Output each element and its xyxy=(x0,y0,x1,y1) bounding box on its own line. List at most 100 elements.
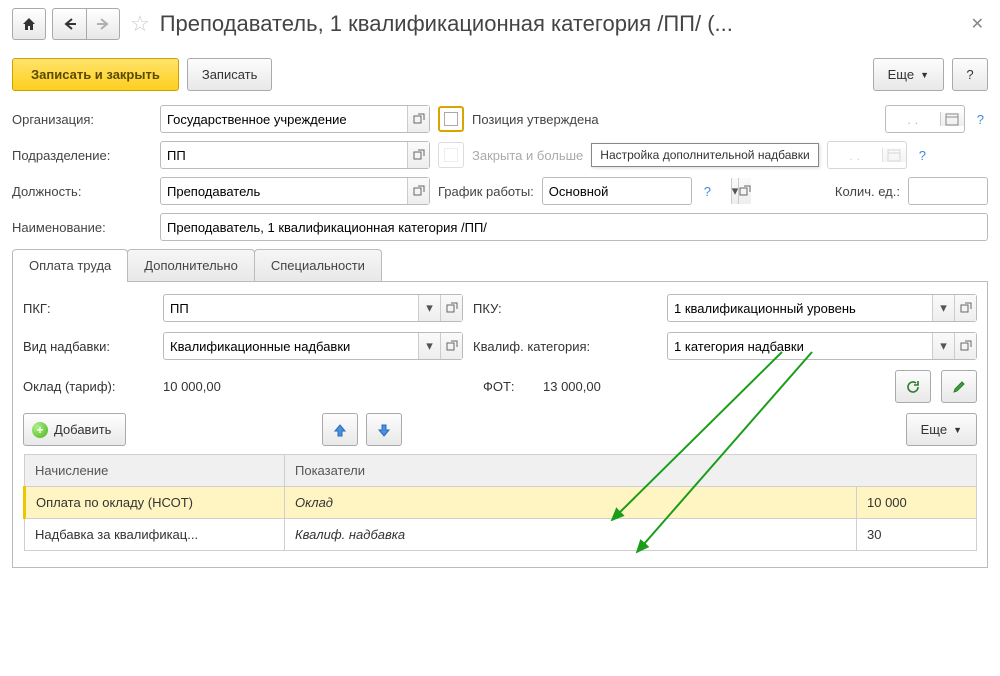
table-header-row: Начисление Показатели xyxy=(25,455,977,487)
tab-specialties[interactable]: Специальности xyxy=(254,249,382,281)
help-date-closed[interactable]: ? xyxy=(915,148,930,163)
tab-pay[interactable]: Оплата труда xyxy=(12,249,128,281)
qual-cat-dropdown-button[interactable]: ▾ xyxy=(932,333,954,359)
open-icon xyxy=(446,302,458,314)
open-icon xyxy=(739,185,751,197)
chevron-down-icon: ▼ xyxy=(920,70,929,80)
tooltip: Настройка дополнительной надбавки xyxy=(591,143,818,167)
label-closed: Закрыта и больше xyxy=(472,148,583,163)
refresh-button[interactable] xyxy=(895,370,931,403)
qty-input[interactable] xyxy=(909,178,1000,204)
position-input[interactable] xyxy=(161,178,407,204)
qual-cat-open-button[interactable] xyxy=(954,333,976,359)
arrow-right-icon xyxy=(96,17,110,31)
pkg-dropdown-button[interactable]: ▾ xyxy=(418,295,440,321)
subdiv-input[interactable] xyxy=(161,142,407,168)
name-input[interactable] xyxy=(161,214,987,240)
save-button[interactable]: Записать xyxy=(187,58,273,91)
date-approved-picker[interactable] xyxy=(940,112,964,126)
org-input[interactable] xyxy=(161,106,407,132)
move-up-button[interactable] xyxy=(322,413,358,446)
chevron-down-icon: ▼ xyxy=(953,425,962,435)
label-allow-type: Вид надбавки: xyxy=(23,339,153,354)
open-icon xyxy=(960,302,972,314)
cell-indicator: Оклад xyxy=(285,487,857,519)
home-button[interactable] xyxy=(12,8,46,40)
date-closed: . . xyxy=(827,141,907,169)
pku-input[interactable] xyxy=(668,295,932,321)
label-org: Организация: xyxy=(12,112,152,127)
allow-type-input[interactable] xyxy=(164,333,418,359)
open-icon xyxy=(413,113,425,125)
open-icon xyxy=(446,340,458,352)
label-fot: ФОТ: xyxy=(483,379,533,394)
label-pku: ПКУ: xyxy=(473,301,523,316)
grid-more-label: Еще xyxy=(921,422,947,437)
grid-toolbar: + Добавить Еще ▼ xyxy=(23,413,977,446)
back-button[interactable] xyxy=(52,8,86,40)
more-label: Еще xyxy=(888,67,914,82)
home-icon xyxy=(21,16,37,32)
help-button[interactable]: ? xyxy=(952,58,988,91)
date-closed-value: . . xyxy=(828,148,882,163)
calendar-icon xyxy=(887,148,901,162)
grid-more-button[interactable]: Еще ▼ xyxy=(906,413,977,446)
edit-button[interactable] xyxy=(941,370,977,403)
label-name: Наименование: xyxy=(12,220,152,235)
table-row[interactable]: Оплата по окладу (НСОТ) Оклад 10 000 xyxy=(25,487,977,519)
row-allowance: Вид надбавки: ▾ Квалиф. категория: ▾ xyxy=(23,332,977,360)
closed-checkbox xyxy=(438,142,464,168)
forward-button[interactable] xyxy=(86,8,120,40)
date-closed-picker xyxy=(882,148,906,162)
help-schedule[interactable]: ? xyxy=(700,184,715,199)
close-button[interactable]: ✕ xyxy=(967,10,988,38)
cell-accrual: Надбавка за квалификац... xyxy=(25,519,285,551)
org-open-button[interactable] xyxy=(407,106,429,132)
tab-additional[interactable]: Дополнительно xyxy=(127,249,255,281)
date-approved-value[interactable]: . . xyxy=(886,112,940,127)
pku-dropdown-button[interactable]: ▾ xyxy=(932,295,954,321)
cell-value: 10 000 xyxy=(857,487,977,519)
accruals-table: Начисление Показатели Оплата по окладу (… xyxy=(23,454,977,551)
allow-type-field: ▾ xyxy=(163,332,463,360)
label-schedule: График работы: xyxy=(438,184,534,199)
favorite-icon[interactable]: ☆ xyxy=(130,11,150,37)
position-approved-checkbox[interactable] xyxy=(438,106,464,132)
label-salary: Оклад (тариф): xyxy=(23,379,153,394)
schedule-open-button[interactable] xyxy=(738,178,751,204)
cell-indicator: Квалиф. надбавка xyxy=(285,519,857,551)
name-field xyxy=(160,213,988,241)
label-subdiv: Подразделение: xyxy=(12,148,152,163)
col-accrual: Начисление xyxy=(25,455,285,487)
add-label: Добавить xyxy=(54,422,111,437)
position-open-button[interactable] xyxy=(407,178,429,204)
label-qual-cat: Квалиф. категория: xyxy=(473,339,613,354)
date-approved: . . xyxy=(885,105,965,133)
main-toolbar: Записать и закрыть Записать Еще ▼ ? xyxy=(12,58,988,91)
pkg-input[interactable] xyxy=(164,295,418,321)
cell-accrual: Оплата по окладу (НСОТ) xyxy=(25,487,285,519)
fot-value: 13 000,00 xyxy=(543,379,601,394)
schedule-dropdown-button[interactable]: ▾ xyxy=(731,178,739,204)
arrow-down-icon xyxy=(377,423,391,437)
label-position: Должность: xyxy=(12,184,152,199)
help-date-approved[interactable]: ? xyxy=(973,112,988,127)
allow-type-open-button[interactable] xyxy=(440,333,462,359)
open-icon xyxy=(413,149,425,161)
qty-field: ▲▼ xyxy=(908,177,988,205)
qual-cat-field: ▾ xyxy=(667,332,977,360)
pkg-open-button[interactable] xyxy=(440,295,462,321)
save-and-close-button[interactable]: Записать и закрыть xyxy=(12,58,179,91)
pku-field: ▾ xyxy=(667,294,977,322)
plus-icon: + xyxy=(32,422,48,438)
allow-type-dropdown-button[interactable]: ▾ xyxy=(418,333,440,359)
subdiv-open-button[interactable] xyxy=(407,142,429,168)
pku-open-button[interactable] xyxy=(954,295,976,321)
table-row[interactable]: Надбавка за квалификац... Квалиф. надбав… xyxy=(25,519,977,551)
salary-value: 10 000,00 xyxy=(163,379,263,394)
label-qty: Колич. ед.: xyxy=(835,184,900,199)
more-button[interactable]: Еще ▼ xyxy=(873,58,944,91)
add-button[interactable]: + Добавить xyxy=(23,413,126,446)
move-down-button[interactable] xyxy=(366,413,402,446)
qual-cat-input[interactable] xyxy=(668,333,932,359)
